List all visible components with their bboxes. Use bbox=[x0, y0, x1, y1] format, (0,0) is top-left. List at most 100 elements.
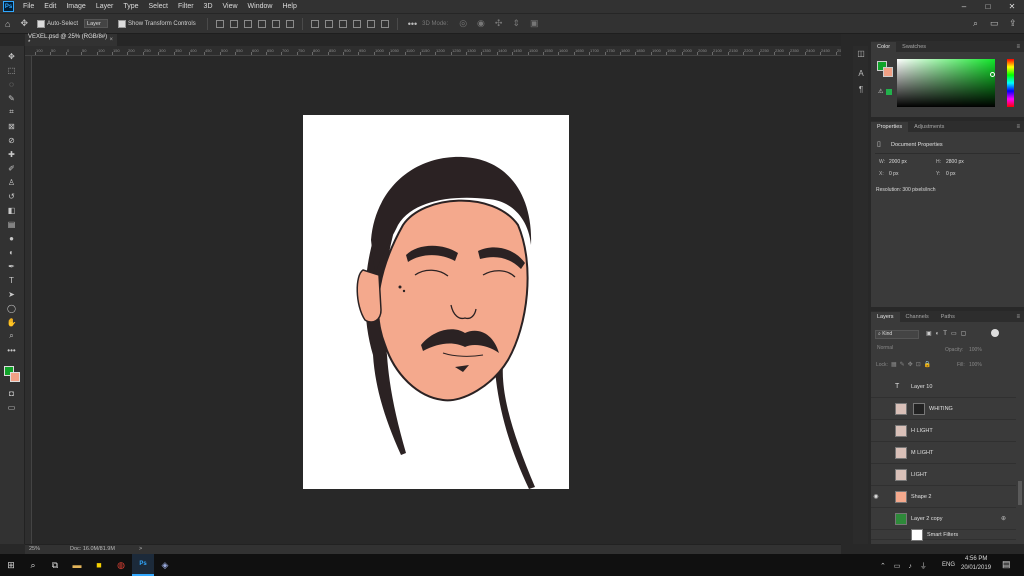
menu-type[interactable]: Type bbox=[118, 3, 143, 10]
document-tab[interactable]: VEXEL.psd @ 25% (RGB/8#) * × bbox=[25, 34, 117, 46]
layer-name[interactable]: H LIGHT bbox=[911, 428, 933, 434]
width-value[interactable]: 2000 px bbox=[889, 159, 907, 165]
layer-name[interactable]: Shape 2 bbox=[911, 494, 932, 500]
clock-date[interactable]: 20/01/2019 bbox=[961, 565, 991, 571]
dodge-tool-icon[interactable]: ◐ bbox=[5, 246, 18, 258]
menu-image[interactable]: Image bbox=[61, 3, 90, 10]
search-icon[interactable]: ⌕ bbox=[22, 554, 44, 576]
distribute-top-icon[interactable] bbox=[310, 19, 319, 28]
app-icon[interactable]: ◈ bbox=[154, 554, 176, 576]
3d-slide-icon[interactable]: ⇕ bbox=[512, 18, 520, 29]
frame-tool-icon[interactable]: ⊠ bbox=[5, 120, 18, 132]
blend-mode-dropdown[interactable]: Normal bbox=[875, 345, 927, 354]
3d-roll-icon[interactable]: ◉ bbox=[477, 18, 485, 29]
notifications-icon[interactable]: ▤ bbox=[1002, 559, 1011, 570]
layer-row[interactable]: LIGHT bbox=[871, 464, 1016, 486]
x-value[interactable]: 0 px bbox=[889, 171, 898, 177]
quick-select-tool-icon[interactable]: ✎ bbox=[5, 92, 18, 104]
tab-properties[interactable]: Properties bbox=[871, 122, 909, 132]
type-tool-icon[interactable]: T bbox=[5, 274, 18, 286]
3d-orbit-icon[interactable]: ◎ bbox=[459, 18, 467, 29]
menu-filter[interactable]: Filter bbox=[173, 3, 199, 10]
close-tab-icon[interactable]: × bbox=[109, 37, 113, 43]
layer-name[interactable]: Layer 2 copy bbox=[911, 516, 943, 522]
status-menu-arrow[interactable]: > bbox=[139, 546, 142, 552]
menu-layer[interactable]: Layer bbox=[91, 3, 119, 10]
lock-icons[interactable]: ▦✎✥⊡🔒 bbox=[891, 361, 934, 368]
sticky-notes-icon[interactable]: ■ bbox=[88, 554, 110, 576]
background-color-swatch[interactable] bbox=[10, 372, 20, 382]
eyedropper-tool-icon[interactable]: ⊘ bbox=[5, 134, 18, 146]
edit-toolbar-icon[interactable]: ••• bbox=[5, 344, 18, 356]
file-explorer-icon[interactable]: ▬ bbox=[66, 554, 88, 576]
align-middle-icon[interactable] bbox=[229, 19, 238, 28]
tab-color[interactable]: Color bbox=[871, 42, 897, 52]
opacity-value[interactable]: 100% bbox=[969, 347, 982, 353]
align-bottom-icon[interactable] bbox=[243, 19, 252, 28]
home-icon[interactable]: ⌂ bbox=[5, 19, 10, 29]
gradient-tool-icon[interactable]: ▤ bbox=[5, 218, 18, 230]
pen-tool-icon[interactable]: ✒ bbox=[5, 260, 18, 272]
height-value[interactable]: 2800 px bbox=[946, 159, 964, 165]
workspace-icon[interactable]: ▭ bbox=[990, 18, 999, 29]
quick-mask-icon[interactable]: ◘ bbox=[5, 387, 18, 399]
hand-tool-icon[interactable]: ✋ bbox=[5, 316, 18, 328]
tab-layers[interactable]: Layers bbox=[871, 312, 900, 322]
layer-name[interactable]: M LIGHT bbox=[911, 450, 933, 456]
menu-help[interactable]: Help bbox=[277, 3, 301, 10]
document-canvas[interactable] bbox=[303, 115, 569, 489]
layer-row[interactable]: ◉ Shape 2 bbox=[871, 486, 1016, 508]
photoshop-taskbar-icon[interactable]: Ps bbox=[132, 554, 154, 576]
layer-name[interactable]: WHITING bbox=[929, 406, 953, 412]
layer-row[interactable]: H LIGHT bbox=[871, 420, 1016, 442]
align-left-icon[interactable] bbox=[257, 19, 266, 28]
panel-menu-icon[interactable]: ≡ bbox=[1016, 124, 1020, 130]
tab-paths[interactable]: Paths bbox=[935, 312, 961, 322]
eraser-tool-icon[interactable]: ◧ bbox=[5, 204, 18, 216]
layer-row[interactable]: M LIGHT bbox=[871, 442, 1016, 464]
tab-swatches[interactable]: Swatches bbox=[896, 42, 932, 52]
fill-value[interactable]: 100% bbox=[969, 362, 982, 368]
brush-tool-icon[interactable]: ✐ bbox=[5, 162, 18, 174]
distribute-left-icon[interactable] bbox=[352, 19, 361, 28]
layers-scrollbar[interactable] bbox=[1018, 481, 1022, 505]
zoom-level[interactable]: 25% bbox=[29, 546, 40, 552]
minimize-button[interactable]: – bbox=[952, 0, 976, 13]
3d-scale-icon[interactable]: ▣ bbox=[530, 18, 539, 29]
auto-select-dropdown[interactable]: Layer bbox=[84, 19, 109, 28]
photoshop-logo-icon[interactable]: Ps bbox=[3, 1, 14, 12]
task-view-icon[interactable]: ⧉ bbox=[44, 554, 66, 576]
distribute-center-icon[interactable] bbox=[366, 19, 375, 28]
healing-tool-icon[interactable]: ✚ bbox=[5, 148, 18, 160]
horizontal-ruler[interactable]: 100 50 0 50 100 150 200 250 300 350 400 450 500 550 60… bbox=[25, 46, 841, 56]
move-tool-icon[interactable]: ✥ bbox=[20, 18, 28, 29]
clock-time[interactable]: 4:56 PM bbox=[965, 556, 987, 562]
menu-3d[interactable]: 3D bbox=[199, 3, 218, 10]
3d-pan-icon[interactable]: ✣ bbox=[495, 18, 503, 29]
paragraph-icon[interactable]: ¶ bbox=[856, 84, 866, 94]
zoom-tool-icon[interactable]: ⌕ bbox=[5, 330, 18, 342]
layer-name[interactable]: LIGHT bbox=[911, 472, 927, 478]
layer-name[interactable]: Smart Filters bbox=[927, 532, 958, 538]
chrome-icon[interactable]: ◍ bbox=[110, 554, 132, 576]
gamut-swatch[interactable] bbox=[886, 89, 892, 95]
layer-name[interactable]: Layer 10 bbox=[911, 384, 932, 390]
language-indicator[interactable]: ENG bbox=[942, 562, 955, 568]
distribute-bottom-icon[interactable] bbox=[338, 19, 347, 28]
windows-start-icon[interactable]: ⊞ bbox=[0, 554, 22, 576]
more-options-icon[interactable]: ••• bbox=[408, 19, 417, 29]
vertical-ruler[interactable] bbox=[25, 56, 32, 544]
layer-filter-dropdown[interactable]: ⌕ Kind bbox=[875, 330, 919, 339]
history-brush-tool-icon[interactable]: ↺ bbox=[5, 190, 18, 202]
maximize-button[interactable]: □ bbox=[976, 0, 1000, 13]
close-button[interactable]: ✕ bbox=[1000, 0, 1024, 13]
menu-edit[interactable]: Edit bbox=[39, 3, 61, 10]
layer-row[interactable]: Layer 2 copy ⊕ bbox=[871, 508, 1016, 530]
color-field[interactable] bbox=[897, 59, 995, 107]
menu-window[interactable]: Window bbox=[243, 3, 278, 10]
path-select-tool-icon[interactable]: ➤ bbox=[5, 288, 18, 300]
move-tool-icon[interactable]: ✥ bbox=[5, 50, 18, 62]
history-icon[interactable]: ◫ bbox=[856, 48, 866, 58]
tab-channels[interactable]: Channels bbox=[900, 312, 935, 322]
eye-icon[interactable]: ◉ bbox=[871, 493, 881, 500]
